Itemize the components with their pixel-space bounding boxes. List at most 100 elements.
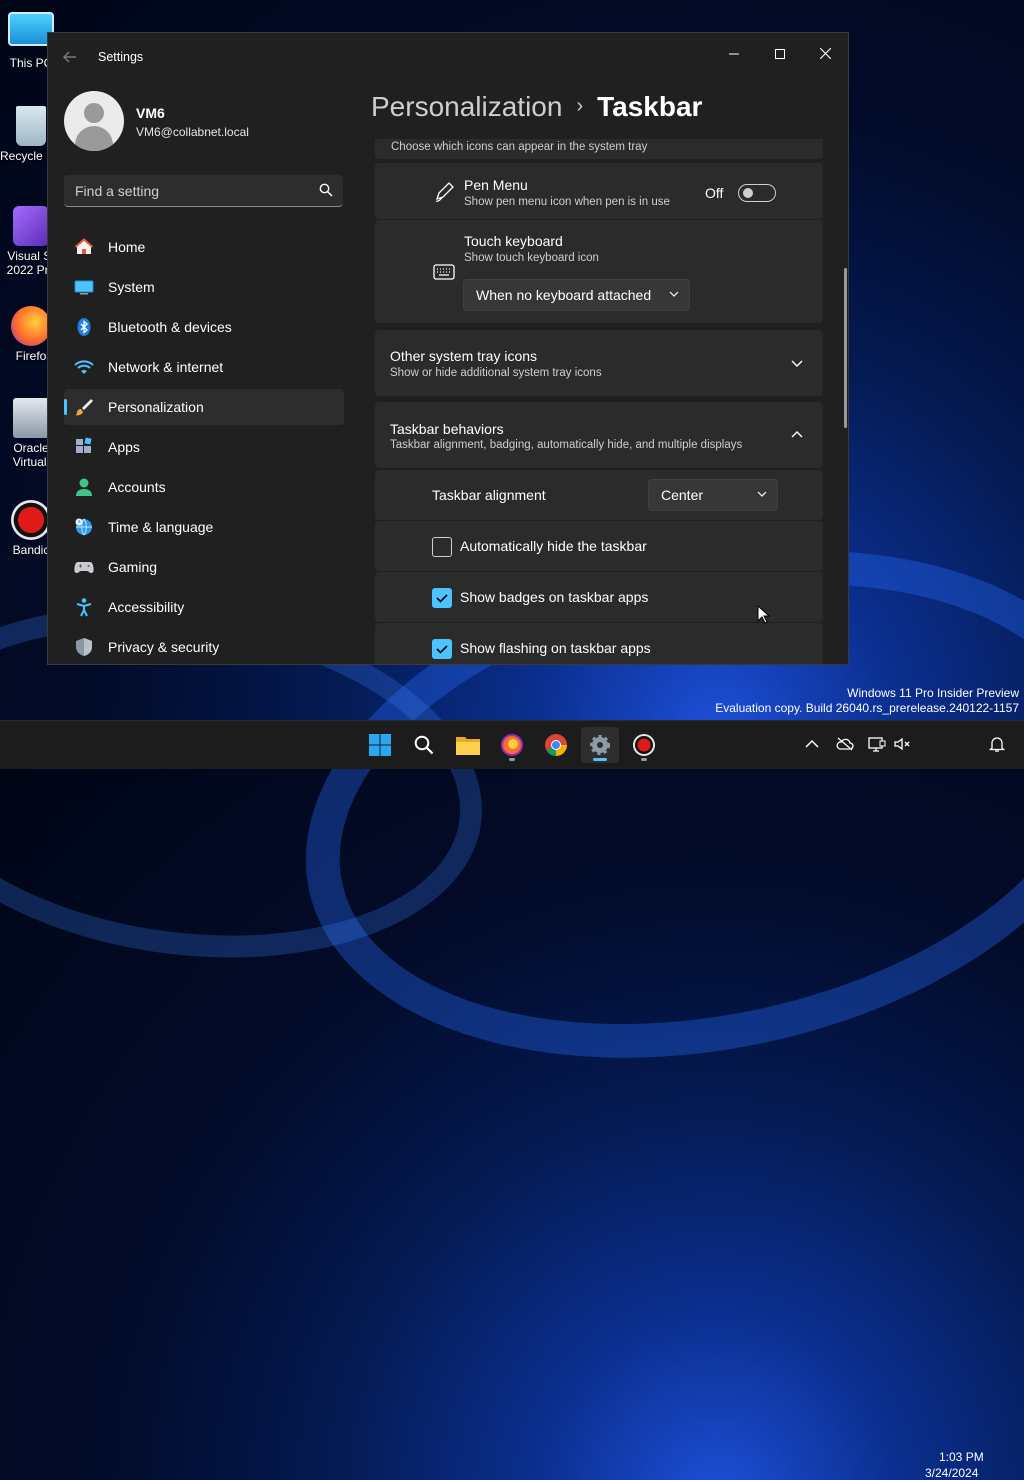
maximize-button[interactable] (757, 39, 803, 69)
taskbar-bandicam[interactable] (625, 727, 663, 763)
checkmark-icon (436, 645, 448, 654)
chevron-down-icon (757, 491, 767, 497)
touch-keyboard-title: Touch keyboard (464, 233, 563, 249)
bluetooth-icon (77, 318, 91, 336)
sidebar-item-network[interactable]: Network & internet (64, 349, 344, 385)
sidebar-item-label: Apps (108, 439, 140, 455)
chevron-up-icon[interactable] (791, 429, 803, 441)
taskbar-settings[interactable] (581, 727, 619, 763)
sidebar-item-home[interactable]: Home (64, 229, 344, 265)
sidebar-item-system[interactable]: System (64, 269, 344, 305)
taskbar-alignment-label: Taskbar alignment (432, 487, 546, 503)
start-icon (369, 734, 391, 756)
chevron-up-icon[interactable] (803, 735, 821, 753)
breadcrumb: Personalization › Taskbar (371, 91, 702, 123)
start-button[interactable] (361, 727, 399, 763)
keyboard-icon (433, 264, 455, 280)
close-icon (819, 47, 831, 60)
sidebar-item-accounts[interactable]: Accounts (64, 469, 344, 505)
notification-bell-icon[interactable] (988, 735, 1006, 753)
badges-label[interactable]: Show badges on taskbar apps (460, 589, 648, 605)
visual-studio-icon (13, 206, 49, 246)
search-box[interactable] (64, 175, 343, 207)
sidebar-item-accessibility[interactable]: Accessibility (64, 589, 344, 625)
dropdown-value: When no keyboard attached (476, 287, 652, 303)
dropdown-value: Center (661, 487, 704, 503)
taskbar: 1:03 PM 3/24/2024 (0, 720, 1024, 1480)
maximize-icon (775, 49, 785, 59)
touch-keyboard-subtitle: Show touch keyboard icon (464, 252, 599, 264)
content-scrollbar[interactable] (844, 268, 847, 428)
gaming-icon (74, 562, 94, 573)
sidebar-item-personalization[interactable]: Personalization (64, 389, 344, 425)
search-input[interactable] (64, 175, 317, 207)
taskbar-search-button[interactable] (405, 727, 443, 763)
taskbar-behaviors-header[interactable]: Taskbar behaviors Taskbar alignment, bad… (375, 402, 823, 468)
search-icon[interactable] (319, 183, 333, 197)
sidebar-item-label: System (108, 279, 155, 295)
taskbar-firefox[interactable] (493, 727, 531, 763)
sidebar-item-privacy[interactable]: Privacy & security (64, 629, 344, 664)
sidebar-item-label: Accessibility (108, 599, 185, 615)
gear-icon (590, 735, 610, 755)
taskbar-alignment-dropdown[interactable]: Center (648, 479, 778, 511)
sidebar-item-label: Home (108, 239, 146, 255)
home-icon (74, 238, 94, 254)
chevron-down-icon (669, 291, 679, 297)
sidebar-item-gaming[interactable]: Gaming (64, 549, 344, 585)
other-tray-title: Other system tray icons (390, 348, 538, 364)
pen-menu-title: Pen Menu (464, 177, 528, 193)
auto-hide-checkbox[interactable] (432, 537, 452, 557)
badges-checkbox[interactable] (432, 588, 452, 608)
file-explorer-icon (456, 737, 480, 755)
taskbar-file-explorer[interactable] (449, 727, 487, 763)
clock-time[interactable]: 1:03 PM (939, 1450, 984, 1464)
touch-keyboard-dropdown[interactable]: When no keyboard attached (463, 279, 690, 311)
flashing-label[interactable]: Show flashing on taskbar apps (460, 640, 651, 656)
sidebar-item-apps[interactable]: Apps (64, 429, 344, 465)
back-button[interactable] (62, 49, 82, 67)
avatar-body (75, 126, 113, 151)
user-name: VM6 (136, 105, 165, 121)
sidebar-item-label: Gaming (108, 559, 158, 575)
badges-row: Show badges on taskbar apps (375, 572, 823, 622)
virtualbox-icon (13, 398, 49, 438)
title-bar: Settings (48, 33, 848, 83)
sidebar-item-label: Accounts (108, 479, 166, 495)
touch-keyboard-row: Touch keyboard Show touch keyboard icon … (375, 220, 823, 323)
cloud-icon[interactable] (836, 735, 854, 753)
breadcrumb-parent[interactable]: Personalization (371, 91, 562, 122)
chrome-icon (545, 734, 567, 756)
pen-menu-row: Pen Menu Show pen menu icon when pen is … (375, 163, 823, 219)
mouse-cursor-icon (757, 605, 771, 624)
pen-menu-toggle[interactable] (738, 184, 776, 202)
active-indicator (593, 758, 607, 761)
page-title: Taskbar (597, 91, 703, 122)
settings-window: Settings VM6 VM6@collabnet.local Home Sy… (47, 32, 849, 665)
back-arrow-icon (63, 51, 76, 63)
flashing-checkbox[interactable] (432, 639, 452, 659)
auto-hide-label[interactable]: Automatically hide the taskbar (460, 538, 647, 554)
accounts-icon (76, 478, 92, 496)
system-tray-icons-card: Choose which icons can appear in the sys… (375, 139, 823, 159)
bandicam-icon (11, 500, 51, 540)
sidebar-nav: Home System Bluetooth & devices Network … (64, 229, 344, 664)
other-tray-icons-card[interactable]: Other system tray icons Show or hide add… (375, 330, 823, 396)
avatar[interactable] (64, 91, 124, 151)
clock-date[interactable]: 3/24/2024 (925, 1466, 978, 1480)
pen-menu-state: Off (705, 185, 724, 201)
window-title: Settings (98, 50, 144, 64)
checkmark-icon (436, 594, 448, 603)
bandicam-icon (633, 734, 655, 756)
sidebar-item-time-language[interactable]: Time & language (64, 509, 344, 545)
minimize-button[interactable] (711, 39, 757, 69)
other-tray-subtitle: Show or hide additional system tray icon… (390, 367, 602, 379)
taskbar-chrome[interactable] (537, 727, 575, 763)
close-button[interactable] (802, 39, 848, 69)
chevron-down-icon[interactable] (791, 357, 803, 369)
network-icon[interactable] (868, 735, 886, 753)
speaker-muted-icon[interactable] (893, 735, 911, 753)
sidebar-item-label: Time & language (108, 519, 214, 535)
sidebar-item-bluetooth[interactable]: Bluetooth & devices (64, 309, 344, 345)
firefox-icon (11, 306, 51, 346)
